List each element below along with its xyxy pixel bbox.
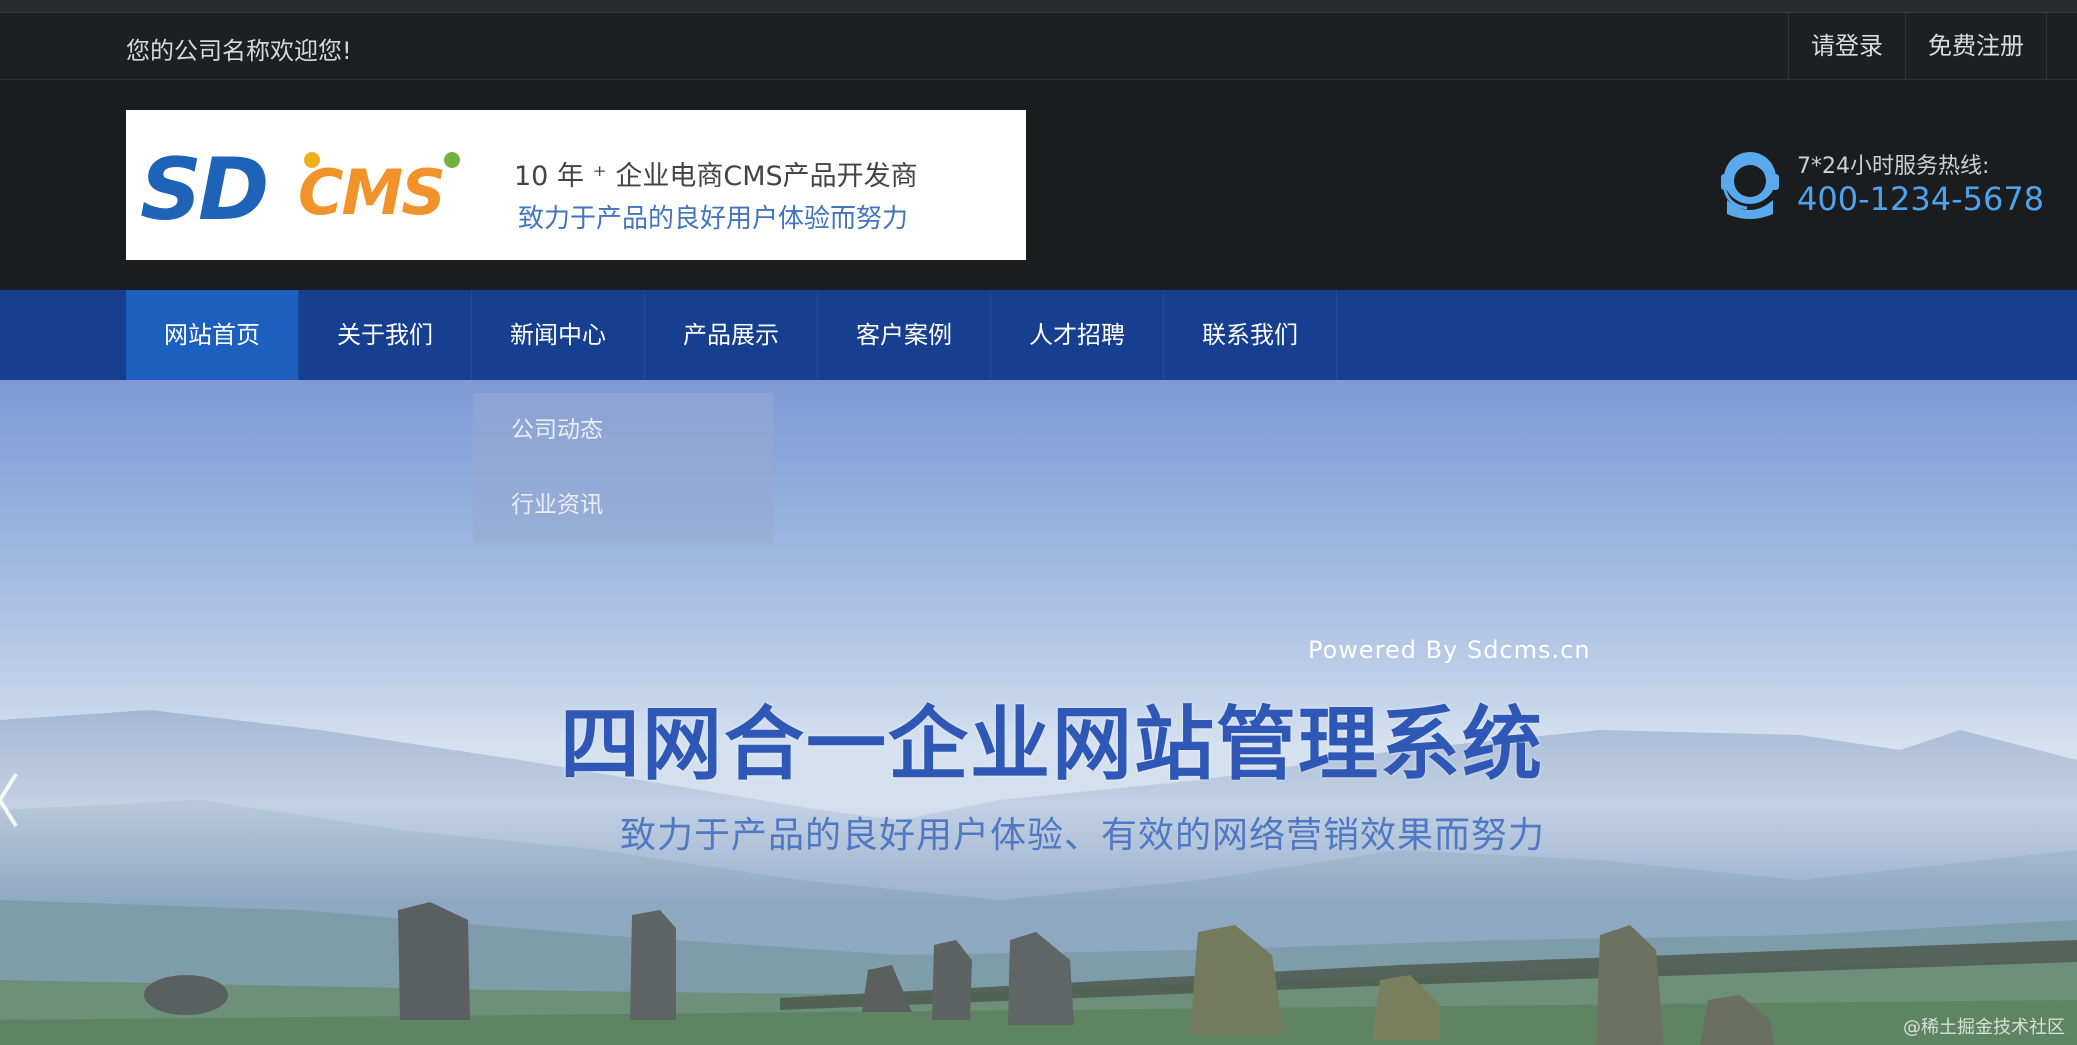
nav-item-cases[interactable]: 客户案例 [818,290,991,380]
nav-item-about[interactable]: 关于我们 [299,290,472,380]
main-nav: 网站首页 关于我们 新闻中心 产品展示 客户案例 人才招聘 联系我们 [0,290,2077,380]
nav-item-jobs[interactable]: 人才招聘 [991,290,1164,380]
banner-headline: 四网合一企业网站管理系统 [560,698,1544,791]
site-header: SD CMS 10 年 ⁺ 企业电商CMS产品开发商 致力于产品的良好用户体验而… [0,80,2077,290]
banner-powered-text: Powered By Sdcms.cn [1308,636,1591,664]
top-links: 请登录 免费注册 [1788,13,2047,79]
dropdown-item-company-news[interactable]: 公司动态 [473,393,773,468]
hotline-label: 7*24小时服务热线: [1797,154,1990,179]
nav-item-products[interactable]: 产品展示 [645,290,818,380]
nav-item-home[interactable]: 网站首页 [126,290,299,380]
service-hotline: 7*24小时服务热线: 400-1234-5678 [1717,148,2047,268]
logo-tagline-1: 10 年 ⁺ 企业电商CMS产品开发商 [514,161,918,192]
logo-figure-icon [444,152,460,168]
customer-service-icon [1721,152,1779,219]
hotline-number[interactable]: 400-1234-5678 [1797,180,2044,218]
chevron-left-icon[interactable] [0,770,24,830]
logo-sd-text: SD [140,140,269,240]
welcome-text: 您的公司名称欢迎您! [126,37,352,65]
logo-cms-text: CMS [298,156,446,229]
nav-item-contact[interactable]: 联系我们 [1164,290,1337,380]
logo-tagline-2: 致力于产品的良好用户体验而努力 [518,204,909,234]
watermark-text: @稀土掘金技术社区 [1903,1017,2065,1038]
news-dropdown: 公司动态 行业资讯 [473,393,773,543]
banner-subline: 致力于产品的良好用户体验、有效的网络营销效果而努力 [620,815,1546,856]
login-link[interactable]: 请登录 [1788,13,1905,79]
register-link[interactable]: 免费注册 [1905,13,2047,79]
top-bar: 您的公司名称欢迎您! 请登录 免费注册 [0,13,2077,80]
nav-item-news[interactable]: 新闻中心 [472,290,645,380]
site-logo[interactable]: SD CMS 10 年 ⁺ 企业电商CMS产品开发商 致力于产品的良好用户体验而… [126,110,1026,260]
dropdown-item-industry-news[interactable]: 行业资讯 [473,468,773,543]
browser-tab-strip [0,0,2077,13]
